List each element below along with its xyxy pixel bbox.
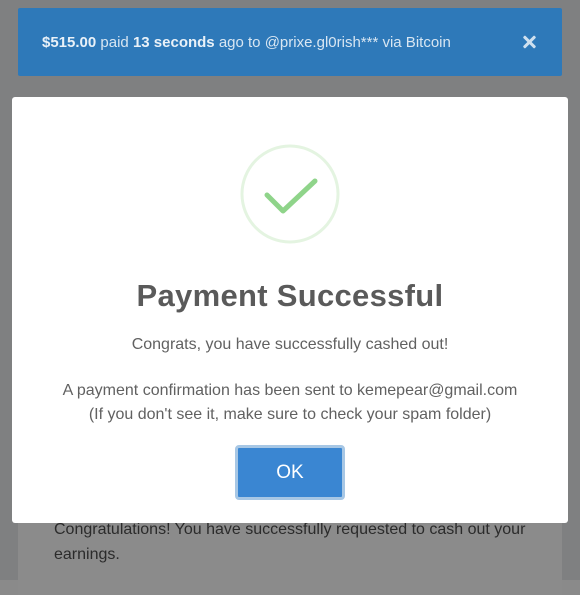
notification-text: $515.00 paid 13 seconds ago to @prixe.gl… (42, 34, 522, 51)
notification-time: 13 seconds (132, 33, 215, 51)
dialog-subtitle: Congrats, you have successfully cashed o… (131, 336, 449, 353)
spam-folder-note: (If you don't see it, make sure to check… (88, 406, 492, 423)
cashout-message-text: Congratulations! You have successfully r… (54, 521, 526, 563)
payment-success-dialog: Payment Successful Congrats, you have su… (12, 97, 568, 523)
ok-button[interactable]: OK (235, 445, 345, 500)
notification-detail-text: ago to @prixe.gl0rish*** via Bitcoin (214, 33, 451, 51)
dialog-title: Payment Successful (136, 278, 444, 313)
confirmation-email-text: A payment confirmation has been sent to … (62, 382, 518, 399)
payment-notification-banner: $515.00 paid 13 seconds ago to @prixe.gl… (18, 8, 562, 76)
dialog-info: A payment confirmation has been sent to … (12, 379, 568, 427)
checkmark-circle-icon (240, 144, 340, 244)
close-icon[interactable] (522, 35, 536, 49)
notification-paid-text: paid (96, 33, 133, 51)
notification-amount: $515.00 (42, 33, 97, 51)
